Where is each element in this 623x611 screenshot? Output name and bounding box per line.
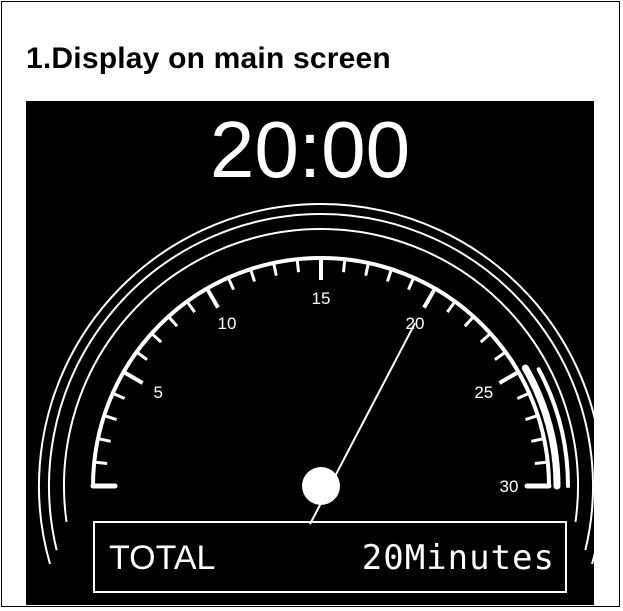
- gauge-minor-tick: [103, 414, 117, 421]
- gauge-tick-label: 5: [153, 383, 162, 402]
- section-title: 1.Display on main screen: [26, 42, 391, 75]
- gauge-needle-hub: [302, 467, 340, 505]
- total-time-box: TOTAL 20Minutes: [93, 521, 567, 593]
- gauge-minor-tick: [150, 332, 163, 344]
- gauge-minor-tick: [407, 277, 416, 291]
- gauge-minor-tick: [135, 350, 148, 361]
- gauge-minor-tick: [94, 460, 108, 466]
- gauge-minor-tick: [386, 268, 393, 282]
- gauge-minor-tick: [97, 437, 112, 443]
- gauge-minor-tick: [530, 437, 545, 443]
- gauge-minor-tick: [112, 391, 126, 400]
- gauge-minor-tick: [272, 262, 278, 277]
- total-label: TOTAL: [109, 539, 216, 577]
- gauge-minor-tick: [479, 332, 492, 344]
- gauge-minor-tick: [226, 277, 235, 291]
- gauge-minor-tick: [534, 460, 548, 466]
- gauge-minor-tick: [249, 268, 256, 282]
- gauge-minor-tick: [516, 391, 530, 400]
- gauge-minor-tick: [364, 262, 370, 277]
- gauge-major-tick: [122, 370, 144, 385]
- main-screen-display: 20:00 5 10 15 20 25 30 TOTAL 20Minutes: [26, 101, 594, 605]
- gauge-minor-tick: [341, 259, 347, 273]
- gauge-minor-tick: [446, 300, 457, 313]
- gauge-major-tick: [422, 287, 437, 309]
- gauge-minor-tick: [494, 350, 507, 361]
- gauge-major-tick: [205, 287, 220, 309]
- gauge-major-tick: [498, 370, 520, 385]
- gauge-tick-label: 30: [500, 477, 519, 496]
- gauge-minor-tick: [525, 414, 539, 421]
- gauge-tick-label: 10: [218, 314, 237, 333]
- gauge-minor-tick: [167, 315, 179, 328]
- gauge-tick-label: 15: [312, 289, 331, 308]
- gauge-minor-tick: [463, 315, 475, 328]
- gauge-tick-label: 25: [474, 383, 493, 402]
- total-value: 20Minutes: [361, 538, 555, 578]
- gauge-minor-tick: [185, 300, 196, 313]
- gauge-minor-tick: [295, 259, 301, 273]
